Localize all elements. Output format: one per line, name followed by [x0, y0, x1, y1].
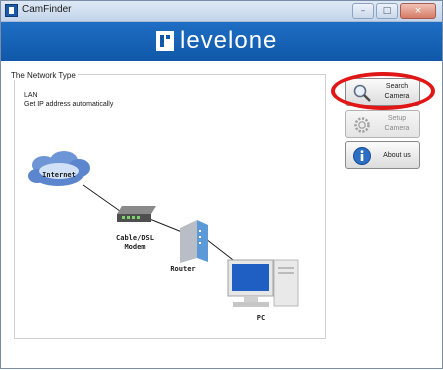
modem-icon [117, 206, 156, 222]
cloud-icon [28, 151, 90, 186]
pc-label: PC [256, 314, 266, 322]
modem-label: Cable/DSL Modem [105, 234, 165, 252]
camfinder-window: CamFinder – □ × levelone The Network Typ… [0, 0, 443, 369]
search-camera-button[interactable]: Search Camera [345, 78, 420, 106]
search-label-line2: Camera [384, 93, 410, 100]
setup-camera-button[interactable]: Setup Camera [345, 110, 420, 138]
about-us-label: About us [383, 152, 411, 159]
setup-label-line2: Camera [384, 125, 410, 132]
magnifier-icon [353, 84, 371, 102]
search-camera-label: Search Camera [376, 82, 418, 102]
about-us-button[interactable]: About us [345, 141, 420, 169]
gear-icon [354, 117, 370, 133]
setup-label-line1: Setup [387, 115, 407, 122]
network-diagram [28, 151, 299, 307]
info-icon [353, 147, 371, 165]
internet-label: Internet [42, 171, 76, 179]
router-icon [180, 220, 208, 263]
modem-label-line1: Cable/DSL [116, 234, 154, 242]
pc-icon [227, 259, 299, 307]
router-label: Router [170, 265, 196, 273]
search-label-line1: Search [385, 83, 409, 90]
setup-camera-label: Setup Camera [376, 114, 418, 134]
modem-label-line2: Modem [124, 243, 146, 251]
